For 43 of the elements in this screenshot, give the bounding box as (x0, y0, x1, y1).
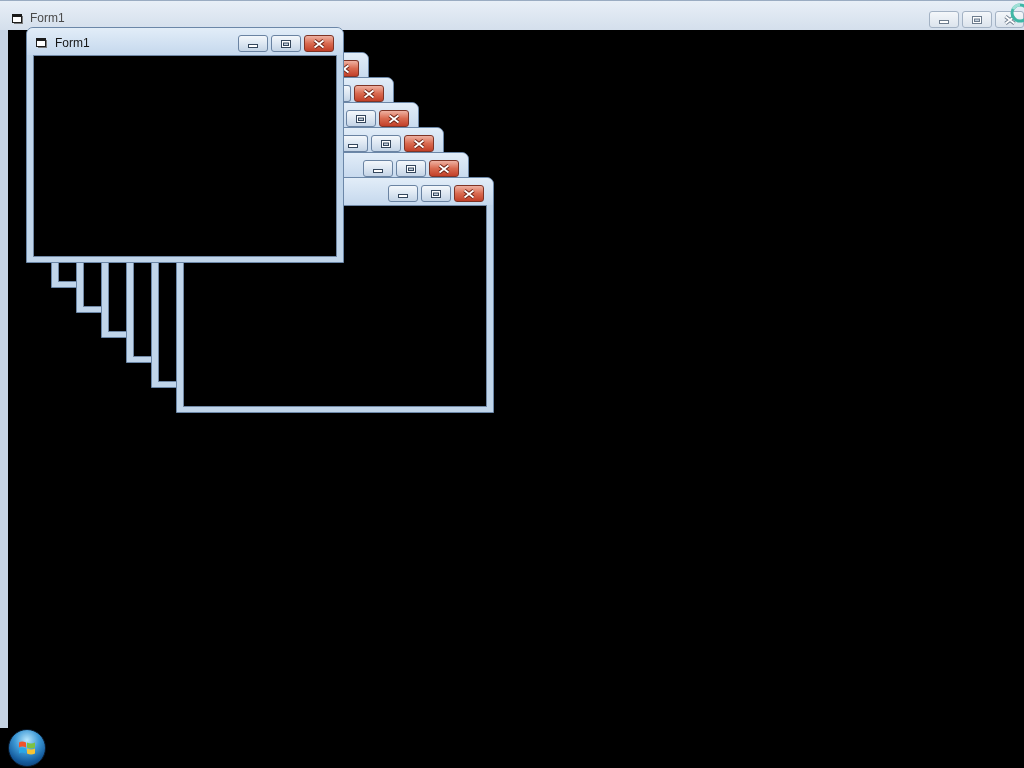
maximize-icon (972, 15, 982, 24)
maximize-icon (406, 164, 416, 173)
maximize-icon (356, 114, 366, 123)
maximize-icon (281, 39, 291, 48)
close-icon (1004, 14, 1016, 25)
close-icon (463, 188, 475, 199)
close-icon (388, 113, 400, 124)
minimize-icon (348, 144, 358, 148)
close-icon (363, 88, 375, 99)
close-button[interactable] (344, 60, 359, 77)
maximize-button[interactable] (396, 160, 426, 177)
maximize-button[interactable] (421, 185, 451, 202)
maximize-button[interactable] (371, 135, 401, 152)
close-button[interactable] (379, 110, 409, 127)
minimize-icon (398, 194, 408, 198)
maximize-icon (381, 139, 391, 148)
close-icon (413, 138, 425, 149)
minimize-button[interactable] (344, 135, 368, 152)
minimize-icon (248, 44, 258, 48)
maximize-button[interactable] (271, 35, 301, 52)
minimize-icon (373, 169, 383, 173)
minimize-button[interactable] (388, 185, 418, 202)
close-button[interactable] (429, 160, 459, 177)
window-icon (12, 13, 23, 24)
maximize-button[interactable] (962, 11, 992, 28)
start-button[interactable] (8, 729, 46, 767)
window-icon (36, 37, 47, 48)
minimize-button[interactable] (238, 35, 268, 52)
close-button[interactable] (404, 135, 434, 152)
close-icon (313, 38, 325, 49)
spinner-icon (1010, 3, 1024, 23)
minimize-button[interactable] (363, 160, 393, 177)
close-button[interactable] (304, 35, 334, 52)
close-button[interactable] (354, 85, 384, 102)
minimize-icon (939, 20, 949, 24)
maximize-icon (431, 189, 441, 198)
close-button[interactable] (454, 185, 484, 202)
maximize-button[interactable] (346, 110, 376, 127)
minimize-button[interactable] (929, 11, 959, 28)
window-title: Form1 (55, 36, 90, 50)
close-icon (438, 163, 450, 174)
window-title: Form1 (30, 11, 65, 26)
flag-icon (18, 740, 36, 756)
